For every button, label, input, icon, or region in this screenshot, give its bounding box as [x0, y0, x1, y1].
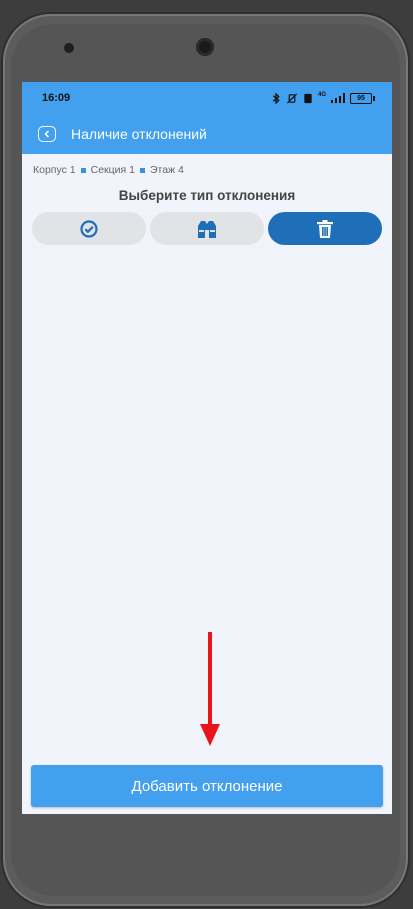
status-bar: 16:09 4G 95 [22, 82, 392, 114]
breadcrumb-floor: Этаж 4 [149, 164, 184, 176]
status-icons: 4G 95 [271, 92, 375, 104]
check-circle-icon [80, 219, 98, 238]
breadcrumb-section: Секция 1 [90, 164, 135, 176]
breadcrumb-separator [139, 167, 145, 173]
add-deviation-button[interactable]: Добавить отклонение [31, 765, 383, 807]
signal-icon [331, 93, 345, 103]
status-time: 16:09 [42, 92, 71, 104]
page-title: Наличие отклонений [71, 126, 207, 142]
speaker-grille [64, 43, 74, 53]
battery-level: 95 [357, 94, 365, 102]
type-button-vest[interactable] [150, 212, 264, 245]
type-button-check[interactable] [32, 212, 146, 245]
trash-icon [317, 219, 333, 238]
vest-icon [198, 220, 216, 238]
chevron-left-icon [44, 130, 50, 138]
annotation-arrow-icon [200, 632, 220, 746]
breadcrumb: Корпус 1 Секция 1 Этаж 4 [22, 154, 392, 176]
bluetooth-icon [272, 92, 280, 104]
battery-icon: 95 [350, 92, 375, 104]
vibrate-off-icon [286, 92, 297, 104]
breadcrumb-building: Корпус 1 [33, 164, 76, 176]
back-button[interactable] [38, 126, 56, 142]
sim-icon [304, 93, 312, 103]
breadcrumb-separator [80, 167, 86, 173]
front-camera [196, 38, 214, 56]
deviation-type-heading: Выберите тип отклонения [118, 188, 296, 203]
app-bar: Наличие отклонений [22, 114, 392, 154]
type-button-trash[interactable] [268, 212, 382, 245]
network-type-label: 4G [317, 92, 326, 98]
deviation-type-selector [22, 212, 392, 245]
